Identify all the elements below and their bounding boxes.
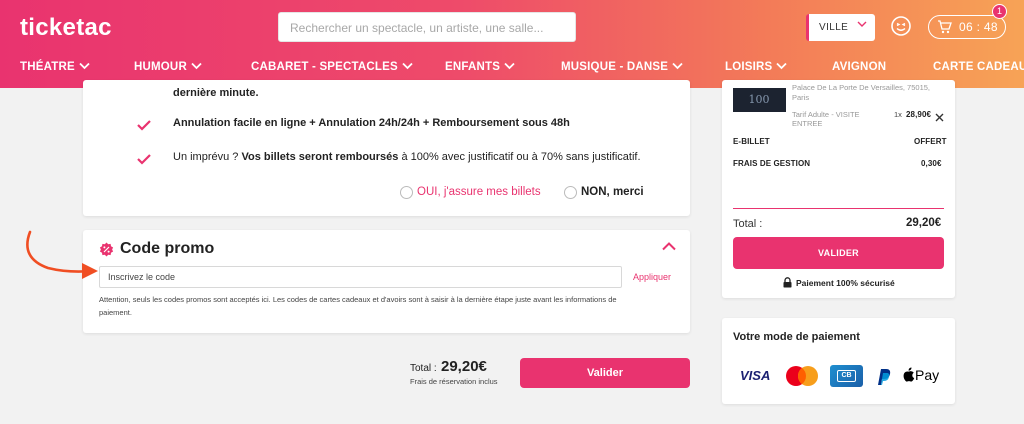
ebillet-value: OFFERT: [914, 137, 947, 146]
total-label: Total :: [410, 363, 437, 374]
ebillet-label: E-BILLET: [733, 137, 770, 146]
chevron-down-icon: [402, 62, 413, 70]
chevron-down-icon: [504, 62, 515, 70]
summary-total-value: 29,20€: [906, 217, 942, 229]
nav-carte-cadeau[interactable]: CARTE CADEAU: [933, 61, 1024, 73]
ticket-price: 28,90€: [906, 110, 932, 119]
insurance-line-3: Un imprévu ? Vos billets seront rembours…: [173, 151, 641, 163]
apple-pay-label: Pay: [915, 367, 940, 383]
insurance-line-1: dernière minute.: [173, 87, 259, 99]
site-header: ticketac Rechercher un spectacle, un art…: [0, 0, 1024, 88]
check-icon: [137, 120, 151, 131]
arrow-annotation-icon: [26, 230, 98, 279]
cart-count-badge: 1: [992, 4, 1007, 19]
promo-code-placeholder: Inscrivez le code: [108, 272, 176, 282]
show-thumbnail: 100: [733, 88, 786, 112]
insurance-line-3-b: Vos billets seront remboursés: [241, 151, 399, 163]
insurance-yes-label[interactable]: OUI, j'assure mes billets: [417, 186, 541, 198]
chevron-down-icon: [191, 62, 202, 70]
chevron-down-icon: [857, 21, 867, 27]
promo-notice-line-2: paiement.: [99, 308, 132, 317]
nav-label: LOISIRS: [725, 61, 773, 73]
nav-label: HUMOUR: [134, 61, 187, 73]
total-subtext: Frais de réservation inclus: [410, 377, 498, 386]
promo-notice-line-1: Attention, seuls les codes promos sont a…: [99, 295, 617, 304]
validate-button[interactable]: Valider: [520, 358, 690, 388]
ticket-type-line-1: Tarif Adulte - VISITE: [792, 110, 860, 119]
summary-validate-button[interactable]: VALIDER: [733, 237, 944, 269]
cb-label: CB: [837, 370, 856, 382]
ticket-type-line-2: ENTREE: [792, 119, 823, 128]
show-thumbnail-image: 100: [749, 93, 770, 106]
insurance-yes-radio[interactable]: [400, 186, 413, 199]
visa-icon: VISA: [740, 368, 771, 383]
cart-icon: [938, 20, 952, 34]
chevron-down-icon: [672, 62, 683, 70]
insurance-no-label[interactable]: NON, merci: [581, 186, 644, 198]
promo-title: Code promo: [120, 240, 215, 257]
nav-theatre[interactable]: THÉATRE: [20, 61, 90, 73]
nav-enfants[interactable]: ENFANTS: [445, 61, 515, 73]
close-icon[interactable]: [935, 113, 944, 122]
check-icon: [137, 154, 151, 165]
chevron-down-icon: [776, 62, 788, 70]
total-value: 29,20€: [441, 358, 487, 375]
divider: [733, 208, 944, 209]
cb-card-icon: CB: [830, 365, 863, 387]
svg-text:100: 100: [749, 93, 770, 106]
search-input[interactable]: Rechercher un spectacle, un artiste, une…: [278, 12, 576, 42]
paypal-icon: [878, 369, 891, 385]
ticket-qty: 1x: [894, 110, 902, 119]
secure-payment-text: Paiement 100% sécurisé: [796, 278, 895, 288]
nav-label: CARTE CADEAU: [933, 61, 1024, 73]
nav-loisirs[interactable]: LOISIRS: [725, 61, 788, 73]
nav-avignon[interactable]: AVIGNON: [832, 61, 886, 73]
logo[interactable]: ticketac: [20, 14, 112, 42]
apple-pay-icon: Pay: [903, 367, 943, 385]
smiley-icon[interactable]: [890, 15, 912, 37]
nav-label: MUSIQUE - DANSE: [561, 61, 669, 73]
nav-humour[interactable]: HUMOUR: [134, 61, 202, 73]
insurance-line-2: Annulation facile en ligne + Annulation …: [173, 117, 570, 129]
apple-logo-icon: [903, 367, 915, 382]
nav-label: ENFANTS: [445, 61, 501, 73]
cart-button[interactable]: 06 : 48: [928, 15, 1006, 39]
lock-icon: [783, 277, 792, 288]
venue-line-1: Palace De La Porte De Versailles, 75015,: [792, 83, 930, 92]
payment-title: Votre mode de paiement: [733, 331, 860, 343]
summary-total-label: Total :: [733, 218, 763, 230]
insurance-line-3-a: Un imprévu ?: [173, 151, 242, 163]
fees-value: 0,30€: [921, 159, 942, 168]
mastercard-icon: [786, 366, 818, 386]
nav-label: AVIGNON: [832, 61, 887, 73]
apply-promo-button[interactable]: Appliquer: [633, 272, 671, 282]
promo-code-input[interactable]: Inscrivez le code: [99, 266, 622, 288]
nav-musique-danse[interactable]: MUSIQUE - DANSE: [561, 61, 683, 73]
city-select-label: VILLE: [819, 22, 849, 33]
nav-cabaret[interactable]: CABARET - SPECTACLES: [251, 61, 413, 73]
city-select[interactable]: VILLE: [806, 14, 875, 41]
nav-label: THÉATRE: [20, 61, 75, 73]
insurance-line-3-c: à 100% avec justificatif ou à 70% sans j…: [398, 151, 641, 163]
chevron-up-icon[interactable]: [661, 241, 677, 251]
nav-label: CABARET - SPECTACLES: [251, 61, 398, 73]
search-placeholder: Rechercher un spectacle, un artiste, une…: [290, 21, 544, 35]
venue-line-2: Paris: [792, 93, 810, 102]
chevron-down-icon: [79, 62, 90, 70]
cart-timer: 06 : 48: [959, 20, 998, 34]
fees-label: FRAIS DE GESTION: [733, 159, 811, 168]
insurance-no-radio[interactable]: [564, 186, 577, 199]
